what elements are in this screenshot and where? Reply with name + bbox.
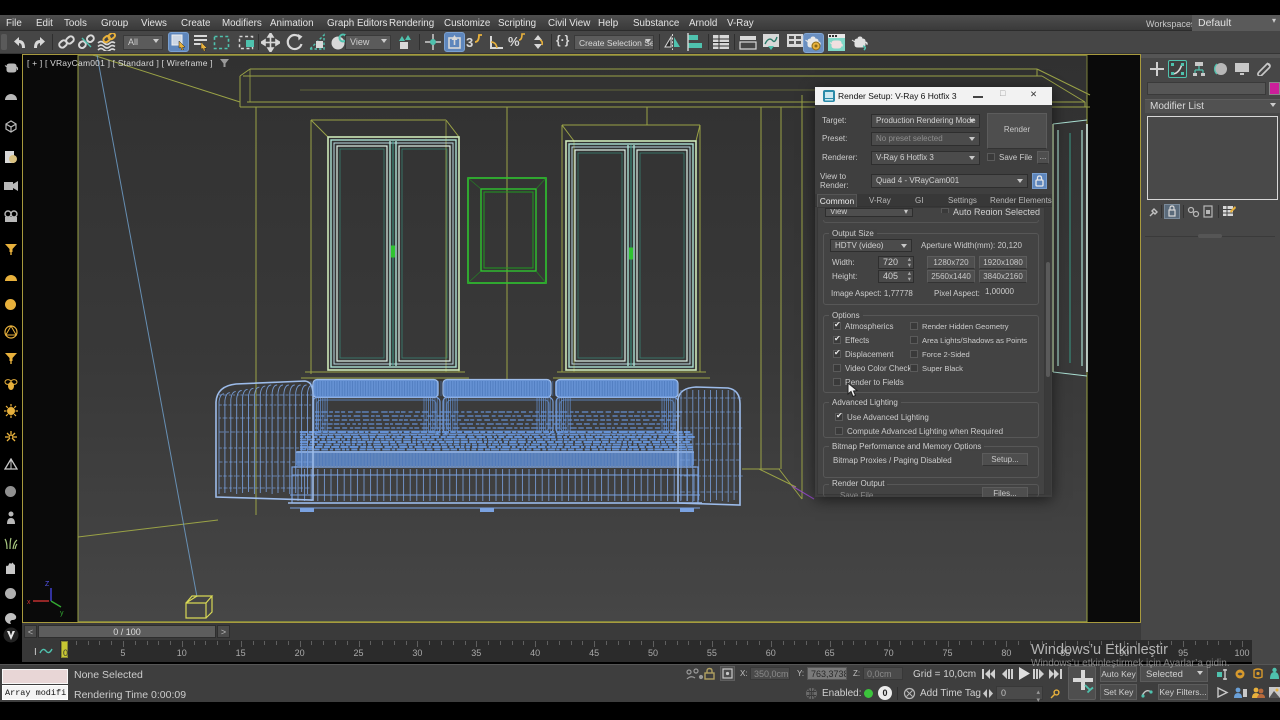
svg-text:x: x: [27, 599, 31, 606]
svg-text:I: I: [34, 647, 37, 657]
svg-text:y: y: [60, 610, 64, 617]
svg-text:Z: Z: [45, 581, 50, 588]
